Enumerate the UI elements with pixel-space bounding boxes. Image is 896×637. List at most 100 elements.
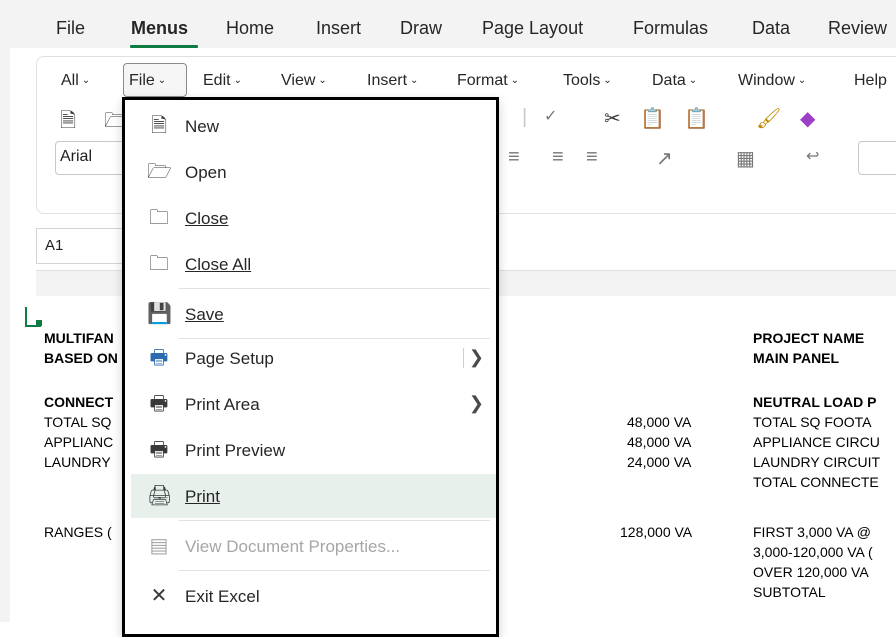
cell-text[interactable]: PROJECT NAME — [753, 330, 864, 346]
new-document-icon[interactable]: 🗎 — [60, 106, 76, 140]
tab-menus[interactable]: Menus — [131, 18, 188, 39]
save-icon: 💾 — [147, 303, 172, 325]
menu-item-save[interactable]: 💾 Save — [131, 292, 496, 336]
menu-item-print-preview[interactable]: 🖶 Print Preview — [131, 428, 496, 472]
menu-item-label: Page Setup — [185, 349, 274, 368]
menu-item-label: Open — [185, 163, 227, 182]
cell-text[interactable]: APPLIANCE CIRCU — [753, 434, 880, 450]
font-name-box[interactable]: Arial — [55, 141, 129, 175]
fill-handle[interactable] — [36, 320, 42, 326]
tab-home[interactable]: Home — [226, 18, 274, 39]
menu-item-close-all[interactable]: 🗀 Close All — [131, 242, 496, 286]
cell-text[interactable]: 3,000-120,000 VA ( — [753, 544, 873, 560]
menu-tools[interactable]: Tools ⌄ — [563, 72, 612, 90]
cell-text[interactable]: MAIN PANEL — [753, 350, 839, 366]
menu-item-print-area[interactable]: 🖶 Print Area ❯ — [131, 382, 496, 426]
menu-item-exit-excel[interactable]: ✕ Exit Excel — [131, 574, 496, 618]
merge-cells-icon[interactable]: ▦ — [736, 146, 755, 171]
wrap-text-icon[interactable]: ↩ — [806, 146, 819, 166]
name-box[interactable]: A1 — [36, 228, 132, 264]
menu-separator — [179, 570, 490, 571]
menu-item-view-document-properties[interactable]: ▤ View Document Properties... — [131, 524, 496, 568]
file-dropdown-menu: 🗎 New 🗁 Open 🗀 Close 🗀 Close All 💾 Save … — [122, 97, 499, 637]
submenu-divider — [463, 348, 464, 368]
menu-file-label: File — [129, 72, 155, 89]
menu-item-print[interactable]: 🖨 Print — [131, 474, 496, 518]
menu-item-label: Print Area — [185, 395, 260, 414]
cell-text[interactable]: FIRST 3,000 VA @ — [753, 524, 871, 540]
chevron-down-icon: ⌄ — [410, 75, 419, 86]
menu-help[interactable]: Help — [854, 72, 887, 90]
chevron-right-icon: ❯ — [468, 393, 484, 413]
menu-insert-label: Insert — [367, 72, 408, 89]
menu-data[interactable]: Data ⌄ — [652, 72, 697, 90]
format-painter-icon[interactable]: 🖌 — [756, 106, 781, 131]
cell-text[interactable]: LAUNDRY CIRCUIT — [753, 454, 880, 470]
menu-file[interactable]: File ⌄ — [129, 72, 166, 90]
menu-tools-label: Tools — [563, 72, 601, 89]
cell-text[interactable]: TOTAL CONNECTE — [753, 474, 879, 490]
text-orientation-icon[interactable]: ↗ — [656, 146, 673, 171]
tab-data[interactable]: Data — [752, 18, 790, 39]
spelling-icon[interactable]: ✓ — [544, 106, 557, 126]
cell-text[interactable]: TOTAL SQ FOOTA — [753, 414, 872, 430]
menu-all[interactable]: All ⌄ — [61, 72, 90, 90]
menu-item-new[interactable]: 🗎 New — [131, 104, 496, 148]
cell-text[interactable]: MULTIFAN — [44, 330, 114, 346]
cell-text[interactable]: APPLIANC — [44, 434, 113, 450]
menu-view[interactable]: View ⌄ — [281, 72, 327, 90]
menu-edit[interactable]: Edit ⌄ — [203, 72, 242, 90]
cell-text[interactable]: BASED ON — [44, 350, 118, 366]
menu-item-label: Close — [185, 209, 228, 229]
paste-icon[interactable]: 📋 — [684, 106, 709, 131]
chevron-down-icon: ⌄ — [688, 75, 698, 86]
menu-window[interactable]: Window ⌄ — [738, 72, 806, 90]
close-icon: ✕ — [150, 585, 168, 607]
tab-insert[interactable]: Insert — [316, 18, 361, 39]
tab-draw[interactable]: Draw — [400, 18, 442, 39]
active-tab-indicator — [130, 45, 198, 48]
cell-text[interactable]: OVER 120,000 VA — [753, 564, 869, 580]
cell-text[interactable]: CONNECT — [44, 394, 113, 410]
chevron-right-icon: ❯ — [468, 347, 484, 367]
cut-icon[interactable]: ✂ — [604, 106, 621, 131]
cell-text[interactable]: TOTAL SQ — [44, 414, 111, 430]
name-box-value: A1 — [45, 237, 64, 254]
chevron-down-icon: ⌄ — [318, 75, 327, 86]
align-left-icon[interactable]: ≡ — [508, 146, 520, 169]
cell-text[interactable]: SUBTOTAL — [753, 584, 826, 600]
menu-item-close[interactable]: 🗀 Close — [131, 196, 496, 240]
tab-page-layout[interactable]: Page Layout — [482, 18, 583, 39]
menu-view-label: View — [281, 72, 316, 89]
cell-value[interactable]: 48,000 VA — [627, 434, 691, 450]
chevron-down-icon: ⌄ — [603, 75, 612, 86]
menu-item-label-text: Close — [185, 209, 229, 228]
print-area-icon: 🖶 — [149, 393, 169, 415]
cell-value[interactable]: 128,000 VA — [620, 524, 692, 540]
menu-format[interactable]: Format ⌄ — [457, 72, 519, 90]
cell-text[interactable]: LAUNDRY — [44, 454, 111, 470]
tab-file[interactable]: File — [56, 18, 85, 39]
menu-item-label: New — [185, 117, 220, 136]
menu-item-label-text: Close All — [185, 255, 252, 274]
page-setup-icon: 🖶 — [149, 347, 169, 369]
cell-text[interactable]: RANGES ( — [44, 524, 112, 540]
cell-text[interactable]: NEUTRAL LOAD P — [753, 394, 876, 410]
cell-value[interactable]: 24,000 VA — [627, 454, 691, 470]
menu-item-page-setup[interactable]: 🖶 Page Setup ❯ — [131, 336, 496, 380]
copy-icon[interactable]: 📋 — [640, 106, 665, 131]
separator-icon: | — [522, 106, 528, 128]
menu-data-label: Data — [652, 72, 686, 89]
tab-formulas[interactable]: Formulas — [633, 18, 708, 39]
align-center-icon[interactable]: ≡ — [552, 146, 564, 169]
cell-value[interactable]: 48,000 VA — [627, 414, 691, 430]
chevron-down-icon: ⌄ — [81, 75, 91, 86]
menu-insert[interactable]: Insert ⌄ — [367, 72, 418, 90]
menu-item-label-text: Print — [185, 487, 220, 506]
tab-review[interactable]: Review — [828, 18, 887, 39]
menu-item-open[interactable]: 🗁 Open — [131, 150, 496, 194]
eraser-icon[interactable]: ◆ — [800, 106, 815, 131]
new-document-icon: 🗎 — [150, 115, 168, 137]
align-right-icon[interactable]: ≡ — [586, 146, 598, 169]
font-size-box[interactable] — [858, 141, 896, 175]
